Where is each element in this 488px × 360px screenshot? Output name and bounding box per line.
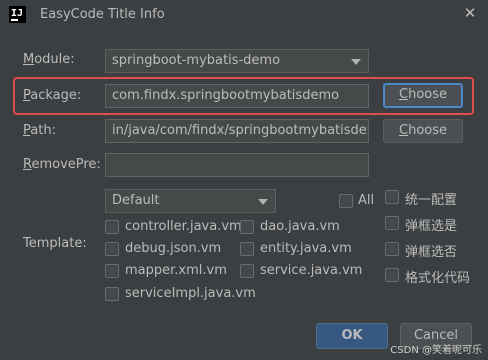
template-item-label: debug.json.vm: [125, 241, 222, 256]
option-checkbox[interactable]: [385, 242, 399, 256]
path-input[interactable]: in/java/com/findx/springbootmybatisdemo: [105, 119, 369, 143]
intellij-icon: IJ: [9, 6, 26, 23]
removepre-label: RemovePre:: [23, 157, 101, 172]
all-label: All: [358, 193, 375, 208]
template-checkbox[interactable]: [105, 264, 119, 278]
package-choose-button[interactable]: Choose: [383, 83, 463, 108]
option-label: 弹框选是: [405, 219, 458, 234]
template-item-label: mapper.xml.vm: [125, 263, 227, 278]
option-label: 统一配置: [405, 193, 458, 208]
template-checkbox[interactable]: [105, 220, 119, 234]
module-label: Module:: [23, 52, 75, 67]
option-checkbox[interactable]: [385, 190, 399, 204]
path-label-text: ath:: [30, 123, 56, 138]
template-item-label: controller.java.vm: [125, 219, 242, 234]
template-group-value: Default: [112, 193, 160, 208]
watermark: CSDN @笑着呢可乐: [390, 345, 482, 356]
window-title: EasyCode Title Info: [40, 7, 165, 22]
template-item-label: entity.java.vm: [260, 241, 352, 256]
removepre-label-text: emovePre:: [31, 157, 101, 172]
template-checkbox[interactable]: [240, 242, 254, 256]
option-label: 格式化代码: [405, 271, 471, 286]
package-input[interactable]: com.findx.springbootmybatisdemo: [105, 84, 369, 108]
package-label: Package:: [23, 88, 82, 103]
option-checkbox[interactable]: [385, 216, 399, 230]
template-group-select[interactable]: Default: [105, 189, 276, 213]
module-select[interactable]: springboot-mybatis-demo: [105, 49, 369, 73]
all-checkbox[interactable]: [339, 194, 353, 208]
path-choose-button[interactable]: Choose: [383, 119, 463, 143]
template-item-label: dao.java.vm: [260, 219, 340, 234]
template-checkbox[interactable]: [240, 264, 254, 278]
package-choose-button-text: hoose: [408, 87, 447, 102]
template-checkbox[interactable]: [240, 220, 254, 234]
template-item-label: service.java.vm: [260, 263, 363, 278]
template-label: Template:: [23, 236, 87, 251]
close-icon[interactable]: ✕: [462, 5, 478, 21]
module-label-text: odule:: [34, 52, 75, 67]
path-choose-button-text: hoose: [408, 123, 447, 138]
option-checkbox[interactable]: [385, 268, 399, 282]
option-label: 弹框选否: [405, 245, 458, 260]
path-label: Path:: [23, 123, 56, 138]
removepre-input[interactable]: [105, 153, 369, 177]
template-item-label: serviceImpl.java.vm: [125, 286, 256, 301]
ok-button[interactable]: OK: [316, 323, 388, 349]
template-checkbox[interactable]: [105, 287, 119, 301]
module-value: springboot-mybatis-demo: [112, 53, 281, 68]
chevron-down-icon: [351, 59, 361, 65]
chevron-down-icon: [258, 199, 268, 205]
template-checkbox[interactable]: [105, 242, 119, 256]
package-label-text: ackage:: [30, 88, 82, 103]
